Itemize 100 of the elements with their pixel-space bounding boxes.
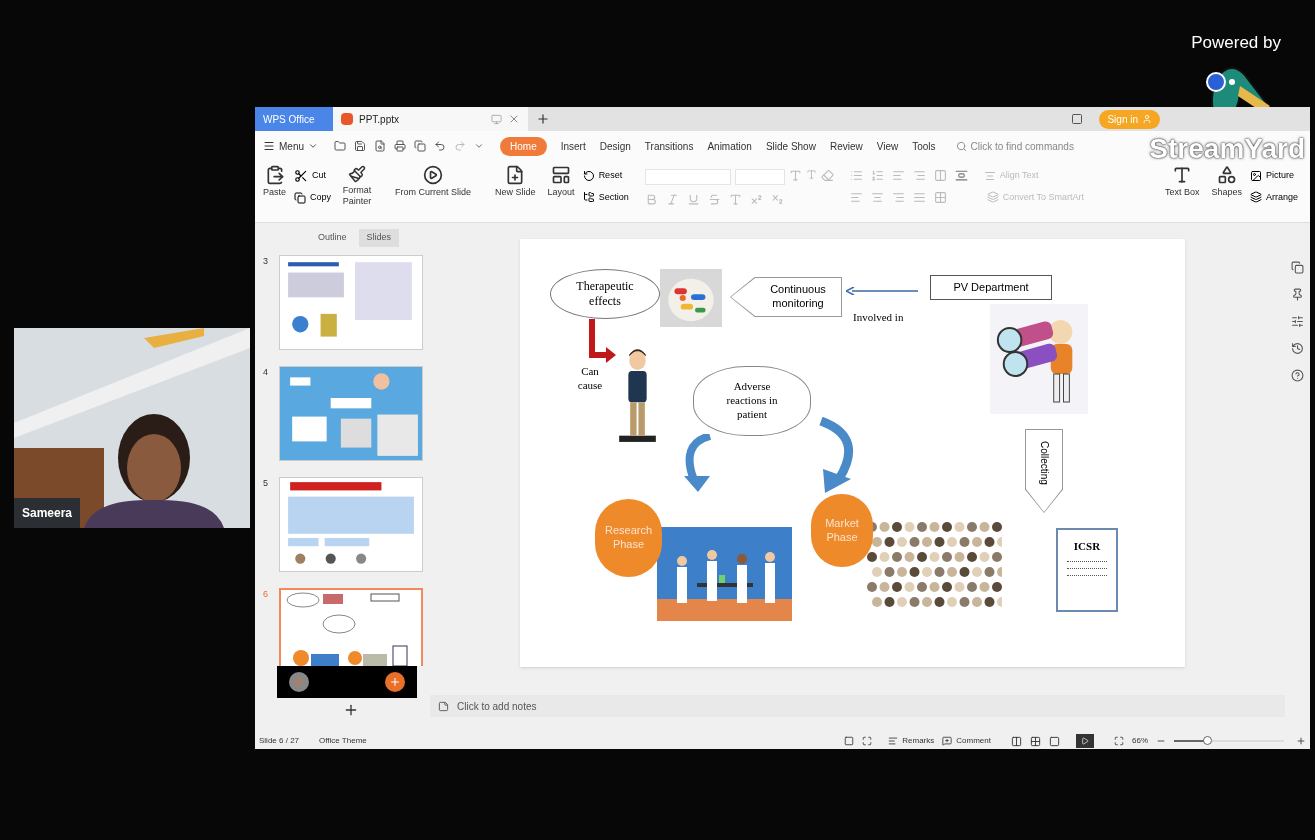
theme-name: Office Theme [319,735,367,747]
ribbon-tab[interactable]: View [876,136,899,156]
print-icon[interactable] [394,140,406,152]
justify-icon[interactable] [912,190,926,204]
image-icon [1249,169,1262,182]
comment-icon [942,736,953,746]
pin-icon[interactable] [1291,288,1304,301]
text-box-icon [1172,165,1193,185]
ribbon-tab[interactable]: Insert [560,136,586,156]
new-slide-button[interactable]: New Slide [491,165,540,199]
remarks-button[interactable]: Remarks [888,735,935,747]
zoom-in-icon[interactable] [1296,736,1306,746]
align-left-icon[interactable] [849,190,863,204]
comment-button[interactable]: Comment [942,735,991,747]
folder-icon[interactable] [334,140,346,152]
format-painter-button[interactable]: Format Painter [335,165,380,208]
notes-icon[interactable] [844,736,855,746]
sorter-view-icon[interactable] [1030,735,1041,747]
close-icon[interactable] [508,113,520,125]
save-icon[interactable] [354,140,366,152]
slide-number: 5 [263,476,269,490]
ribbon-tab[interactable]: Animation [707,136,752,156]
remarks-icon [888,736,899,746]
preview-icon[interactable] [374,140,386,152]
ribbon-tab[interactable]: Tools [912,136,936,156]
cut-button[interactable]: Cut [294,169,332,183]
participant-name: Sameera [14,498,81,528]
panel-icon[interactable] [1071,113,1084,125]
font-grow-icon[interactable] [788,169,802,182]
panel-tab[interactable]: Outline [309,229,355,247]
play-icon [1081,737,1089,745]
font-name-field[interactable] [644,169,731,185]
zoom-thumb[interactable] [1203,736,1212,745]
copy-button[interactable]: Copy [294,191,332,205]
menu-button[interactable]: Menu [263,138,318,154]
new-tab-icon[interactable] [536,112,550,126]
indent-icon[interactable] [891,169,905,183]
history-icon[interactable] [1291,342,1304,355]
superscript-icon[interactable] [749,193,763,206]
outdent-icon[interactable] [912,169,926,183]
section-icon [582,191,595,204]
section-button[interactable]: Section [582,190,629,204]
help-icon[interactable] [1291,369,1304,382]
font-size-field[interactable] [734,169,785,185]
font-shrink-icon[interactable] [805,169,817,180]
clear-format-icon[interactable] [820,169,834,182]
window-tab[interactable]: PPT.pptx [333,107,528,131]
align-center-icon[interactable] [870,190,884,204]
from-current-slide-button[interactable]: From Current Slide [391,165,476,199]
slideshow-button[interactable] [1076,734,1094,748]
arrange-button[interactable]: Arrange [1249,190,1298,204]
zoom-level[interactable]: 66% [1132,735,1148,747]
undo-icon[interactable] [434,140,446,152]
export-icon[interactable] [414,140,426,152]
presentation-file-icon [341,113,353,125]
fit-icon[interactable] [1114,736,1124,746]
redo-icon[interactable] [454,140,466,152]
play-icon [294,676,304,687]
ribbon-tab[interactable]: Transitions [644,136,694,156]
columns-icon[interactable] [933,169,947,183]
text-box-button[interactable]: Text Box [1160,165,1204,199]
reading-view-icon[interactable] [1049,735,1060,747]
layout-button[interactable]: Layout [543,165,579,199]
line-spacing-icon[interactable] [954,169,968,183]
ribbon-tab[interactable]: Design [599,136,631,156]
slide-thumbnail[interactable] [279,587,423,666]
align-icon [983,169,996,182]
paste-button[interactable]: Paste [259,165,290,199]
distribute-icon[interactable] [933,190,947,204]
command-search-field[interactable]: Click to find commands [955,138,1074,154]
slide-thumbnail[interactable] [279,254,423,350]
notes-field[interactable]: Click to add notes [430,695,1285,717]
normal-view-icon[interactable] [1011,735,1022,747]
align-right-icon[interactable] [891,190,905,204]
reset-icon [582,169,595,182]
numbering-icon[interactable] [870,169,884,183]
layers-icon [1249,191,1262,204]
italic-icon[interactable] [665,193,679,206]
notes-icon [438,700,449,712]
smartart-icon [986,191,999,204]
panel-tab[interactable]: Slides [358,229,399,247]
user-icon [1142,114,1152,124]
shapes-button[interactable]: Shapes [1207,165,1246,199]
font-color-icon[interactable] [728,193,742,206]
window-tab[interactable]: WPS Office [255,107,333,131]
strikethrough-icon[interactable] [707,193,721,206]
monitor-icon [491,113,502,125]
reset-button[interactable]: Reset [582,169,629,183]
sliders-icon[interactable] [1291,315,1304,328]
ribbon-tab[interactable]: Slide Show [765,136,816,156]
slide-thumbnail[interactable] [279,365,423,461]
play-button[interactable] [289,671,309,692]
slide-thumbnail[interactable] [279,476,423,572]
plus-icon [389,675,401,688]
copy-icon[interactable] [1291,261,1304,274]
add-button[interactable] [385,671,405,692]
bullets-icon[interactable] [849,169,863,183]
customize-icon[interactable] [474,141,484,151]
ribbon-tab[interactable]: Review [829,136,863,156]
picture-button[interactable]: Picture [1249,169,1298,183]
